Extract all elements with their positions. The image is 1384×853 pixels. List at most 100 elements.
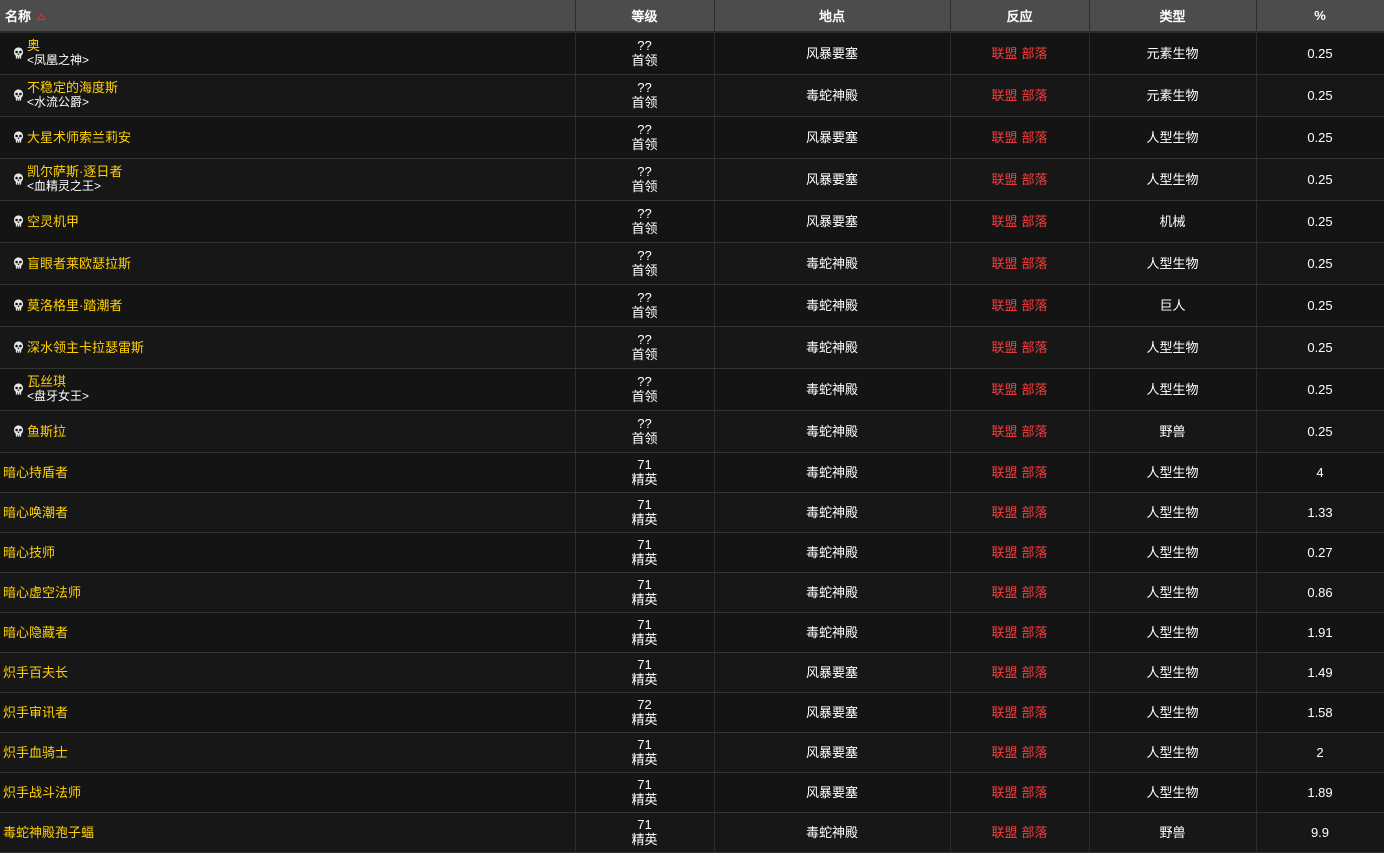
cell-percent: 0.25 (1256, 116, 1384, 159)
npc-name-link[interactable]: 莫洛格里·踏潮者 (27, 298, 122, 313)
reaction-alliance[interactable]: 联盟 (991, 256, 1017, 271)
reaction-alliance[interactable]: 联盟 (991, 585, 1017, 600)
table-row[interactable]: 大星术师索兰莉安?? 首领 风暴要塞 联盟 部落 人型生物 0.25 (0, 116, 1384, 159)
cell-reaction: 联盟 部落 (950, 652, 1090, 693)
table-row[interactable]: 暗心持盾者 71 精英 毒蛇神殿 联盟 部落 人型生物 4 (0, 452, 1384, 493)
reaction-alliance[interactable]: 联盟 (991, 424, 1017, 439)
npc-name-link[interactable]: 不稳定的海度斯 (27, 80, 118, 95)
reaction-horde[interactable]: 部落 (1022, 424, 1048, 439)
cell-name: 瓦丝琪 <盘牙女王> (0, 368, 576, 411)
cell-type: 人型生物 (1089, 326, 1257, 369)
cell-reaction: 联盟 部落 (950, 242, 1090, 285)
reaction-horde[interactable]: 部落 (1022, 665, 1048, 680)
npc-name-link[interactable]: 空灵机甲 (27, 214, 79, 229)
reaction-alliance[interactable]: 联盟 (991, 745, 1017, 760)
reaction-horde[interactable]: 部落 (1022, 625, 1048, 640)
npc-name-link[interactable]: 瓦丝琪 (27, 374, 89, 389)
table-row[interactable]: 深水领主卡拉瑟雷斯?? 首领 毒蛇神殿 联盟 部落 人型生物 0.25 (0, 326, 1384, 369)
column-header-level[interactable]: 等级 (575, 0, 715, 33)
table-row[interactable]: 暗心虚空法师 71 精英 毒蛇神殿 联盟 部落 人型生物 0.86 (0, 572, 1384, 613)
skull-icon (9, 45, 27, 61)
reaction-horde[interactable]: 部落 (1022, 382, 1048, 397)
reaction-alliance[interactable]: 联盟 (991, 172, 1017, 187)
reaction-horde[interactable]: 部落 (1022, 340, 1048, 355)
reaction-horde[interactable]: 部落 (1022, 545, 1048, 560)
reaction-horde[interactable]: 部落 (1022, 465, 1048, 480)
reaction-alliance[interactable]: 联盟 (991, 382, 1017, 397)
reaction-alliance[interactable]: 联盟 (991, 46, 1017, 61)
cell-type: 人型生物 (1089, 652, 1257, 693)
reaction-alliance[interactable]: 联盟 (991, 625, 1017, 640)
name-block: 暗心技师 (2, 545, 55, 560)
reaction-horde[interactable]: 部落 (1022, 130, 1048, 145)
reaction-alliance[interactable]: 联盟 (991, 340, 1017, 355)
npc-name-link[interactable]: 鱼斯拉 (27, 424, 66, 439)
table-row[interactable]: 莫洛格里·踏潮者?? 首领 毒蛇神殿 联盟 部落 巨人 0.25 (0, 284, 1384, 327)
column-header-location[interactable]: 地点 (714, 0, 951, 33)
name-block: 鱼斯拉 (27, 424, 66, 439)
column-header-percent[interactable]: % (1256, 0, 1384, 33)
npc-name-link[interactable]: 炽手百夫长 (3, 665, 68, 680)
reaction-alliance[interactable]: 联盟 (991, 705, 1017, 720)
table-row[interactable]: 瓦丝琪 <盘牙女王>?? 首领 毒蛇神殿 联盟 部落 人型生物 0.25 (0, 368, 1384, 411)
reaction-alliance[interactable]: 联盟 (991, 465, 1017, 480)
npc-name-link[interactable]: 深水领主卡拉瑟雷斯 (27, 340, 144, 355)
reaction-alliance[interactable]: 联盟 (991, 785, 1017, 800)
column-header-type[interactable]: 类型 (1089, 0, 1257, 33)
table-row[interactable]: 凯尔萨斯·逐日者 <血精灵之王>?? 首领 风暴要塞 联盟 部落 人型生物 0.25 (0, 158, 1384, 201)
npc-name-link[interactable]: 奥 (27, 38, 89, 53)
reaction-horde[interactable]: 部落 (1022, 705, 1048, 720)
reaction-alliance[interactable]: 联盟 (991, 130, 1017, 145)
reaction-alliance[interactable]: 联盟 (991, 505, 1017, 520)
reaction-horde[interactable]: 部落 (1022, 785, 1048, 800)
reaction-horde[interactable]: 部落 (1022, 745, 1048, 760)
npc-name-link[interactable]: 盲眼者莱欧瑟拉斯 (27, 256, 131, 271)
reaction-horde[interactable]: 部落 (1022, 825, 1048, 840)
npc-name-link[interactable]: 暗心唤潮者 (3, 505, 68, 520)
cell-reaction: 联盟 部落 (950, 532, 1090, 573)
npc-name-link[interactable]: 炽手血骑士 (3, 745, 68, 760)
table-row[interactable]: 炽手血骑士 71 精英 风暴要塞 联盟 部落 人型生物 2 (0, 732, 1384, 773)
npc-name-link[interactable]: 凯尔萨斯·逐日者 (27, 164, 122, 179)
npc-name-link[interactable]: 大星术师索兰莉安 (27, 130, 131, 145)
reaction-horde[interactable]: 部落 (1022, 172, 1048, 187)
npc-name-link[interactable]: 暗心技师 (3, 545, 55, 560)
reaction-horde[interactable]: 部落 (1022, 585, 1048, 600)
reaction-horde[interactable]: 部落 (1022, 256, 1048, 271)
table-row[interactable]: 不稳定的海度斯 <水流公爵>?? 首领 毒蛇神殿 联盟 部落 元素生物 0.25 (0, 74, 1384, 117)
npc-name-link[interactable]: 毒蛇神殿孢子蝠 (3, 825, 94, 840)
table-row[interactable]: 暗心隐藏者 71 精英 毒蛇神殿 联盟 部落 人型生物 1.91 (0, 612, 1384, 653)
column-header-reaction[interactable]: 反应 (950, 0, 1090, 33)
table-row[interactable]: 奥 <凤凰之神>?? 首领 风暴要塞 联盟 部落 元素生物 0.25 (0, 32, 1384, 75)
table-row[interactable]: 空灵机甲?? 首领 风暴要塞 联盟 部落 机械 0.25 (0, 200, 1384, 243)
table-row[interactable]: 暗心技师 71 精英 毒蛇神殿 联盟 部落 人型生物 0.27 (0, 532, 1384, 573)
table-row[interactable]: 炽手百夫长 71 精英 风暴要塞 联盟 部落 人型生物 1.49 (0, 652, 1384, 693)
npc-name-link[interactable]: 炽手审讯者 (3, 705, 68, 720)
cell-name: 奥 <凤凰之神> (0, 32, 576, 75)
table-row[interactable]: 鱼斯拉?? 首领 毒蛇神殿 联盟 部落 野兽 0.25 (0, 410, 1384, 453)
reaction-horde[interactable]: 部落 (1022, 214, 1048, 229)
npc-name-link[interactable]: 暗心隐藏者 (3, 625, 68, 640)
reaction-alliance[interactable]: 联盟 (991, 298, 1017, 313)
reaction-alliance[interactable]: 联盟 (991, 214, 1017, 229)
npc-name-link[interactable]: 炽手战斗法师 (3, 785, 81, 800)
reaction-horde[interactable]: 部落 (1022, 505, 1048, 520)
reaction-horde[interactable]: 部落 (1022, 46, 1048, 61)
cell-name: 毒蛇神殿孢子蝠 (0, 812, 576, 853)
column-header-name[interactable]: 名称 (0, 0, 576, 33)
npc-name-link[interactable]: 暗心虚空法师 (3, 585, 81, 600)
reaction-alliance[interactable]: 联盟 (991, 88, 1017, 103)
name-block: 毒蛇神殿孢子蝠 (2, 825, 94, 840)
npc-name-link[interactable]: 暗心持盾者 (3, 465, 68, 480)
cell-reaction: 联盟 部落 (950, 326, 1090, 369)
reaction-alliance[interactable]: 联盟 (991, 545, 1017, 560)
reaction-alliance[interactable]: 联盟 (991, 825, 1017, 840)
table-row[interactable]: 炽手审讯者 72 精英 风暴要塞 联盟 部落 人型生物 1.58 (0, 692, 1384, 733)
table-row[interactable]: 炽手战斗法师 71 精英 风暴要塞 联盟 部落 人型生物 1.89 (0, 772, 1384, 813)
reaction-alliance[interactable]: 联盟 (991, 665, 1017, 680)
table-row[interactable]: 暗心唤潮者 71 精英 毒蛇神殿 联盟 部落 人型生物 1.33 (0, 492, 1384, 533)
table-row[interactable]: 盲眼者莱欧瑟拉斯?? 首领 毒蛇神殿 联盟 部落 人型生物 0.25 (0, 242, 1384, 285)
table-row[interactable]: 毒蛇神殿孢子蝠 71 精英 毒蛇神殿 联盟 部落 野兽 9.9 (0, 812, 1384, 853)
reaction-horde[interactable]: 部落 (1022, 88, 1048, 103)
reaction-horde[interactable]: 部落 (1022, 298, 1048, 313)
